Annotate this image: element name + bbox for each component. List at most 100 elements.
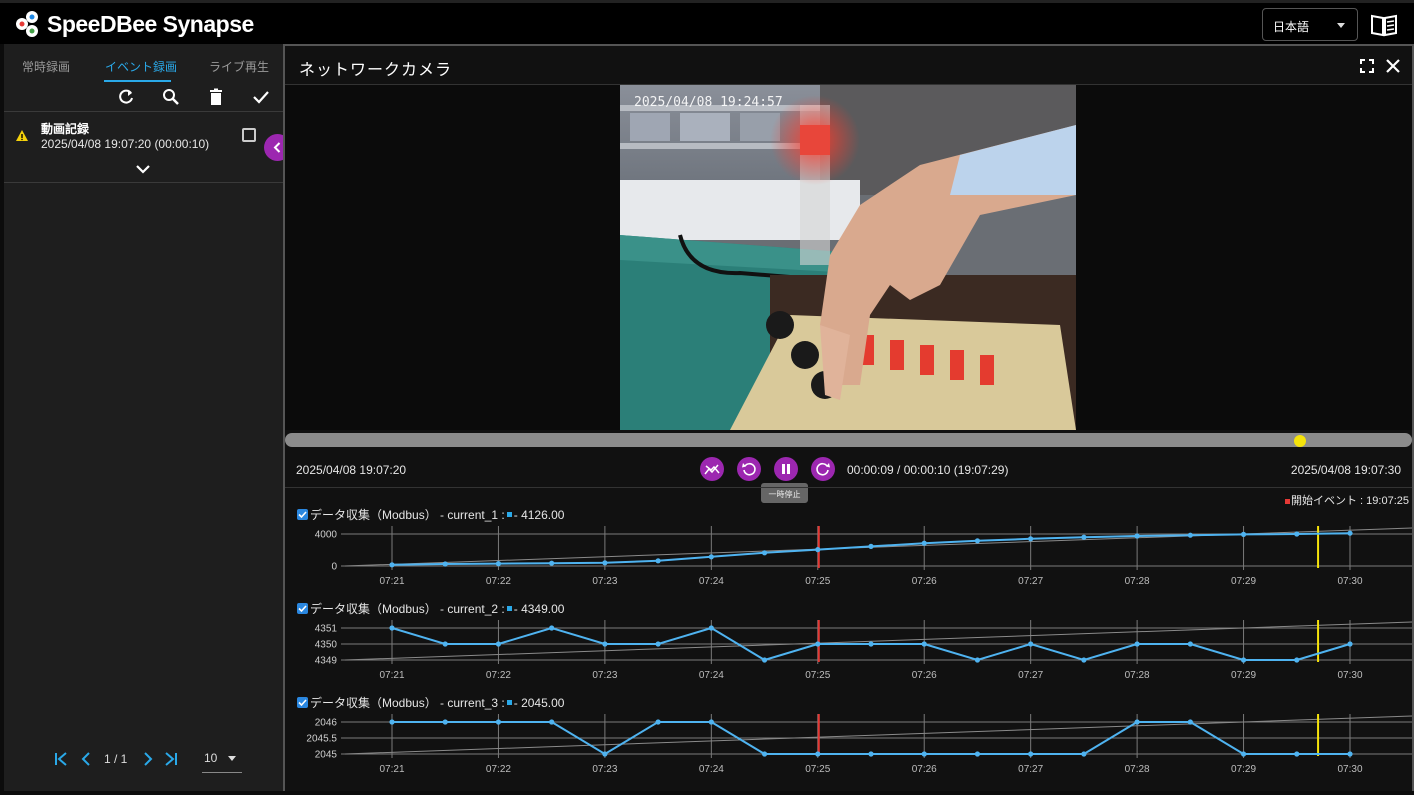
data-point: [1240, 751, 1247, 757]
check-icon[interactable]: [252, 88, 270, 106]
chevron-down-icon: [1337, 23, 1345, 28]
tab-event-recording[interactable]: イベント録画: [105, 58, 177, 75]
data-point: [1081, 534, 1087, 540]
data-point: [389, 625, 395, 631]
data-point: [655, 641, 661, 647]
data-point: [815, 641, 821, 647]
video-player[interactable]: 2025/04/08 19:24:57: [285, 84, 1412, 430]
series-2-value: - 4349.00: [513, 601, 565, 616]
checkmark-icon: [298, 699, 307, 707]
seek-handle[interactable]: [1293, 435, 1306, 447]
refresh-icon[interactable]: [117, 88, 135, 106]
data-point: [868, 751, 874, 757]
data-point: [549, 719, 555, 725]
event-list-panel: 常時録画 イベント録画 ライブ再生 動画記録 2025/04/08 19:07:…: [4, 44, 283, 791]
chart-1-legend: データ収集（Modbus） - current_1 : - 4126.00: [297, 506, 564, 523]
data-point: [442, 641, 448, 647]
data-point: [1294, 751, 1300, 757]
data-point: [602, 560, 608, 566]
data-point: [921, 751, 927, 757]
event-marker-icon: [1285, 498, 1290, 504]
data-point: [495, 719, 502, 725]
series-3-checkbox[interactable]: [297, 697, 308, 708]
series-3-value: - 2045.00: [513, 695, 565, 710]
series-1-label: データ収集（Modbus） - current_1 :: [310, 508, 505, 522]
data-point: [602, 641, 608, 647]
tab-continuous-recording[interactable]: 常時録画: [22, 58, 70, 75]
chevron-down-icon: [228, 756, 236, 761]
camera-scene-image: [620, 85, 1076, 430]
data-point: [708, 719, 714, 725]
page-title: ネットワークカメラ: [299, 62, 453, 79]
active-tab-indicator: [104, 80, 171, 82]
y-tick-label: 4349: [315, 656, 338, 667]
y-tick-label: 2046: [315, 718, 338, 729]
first-page-icon[interactable]: [54, 751, 68, 767]
video-timestamp: 2025/04/08 19:24:57: [634, 95, 783, 110]
pause-button[interactable]: [774, 457, 798, 481]
close-icon[interactable]: [1385, 58, 1401, 74]
camera-panel: ネットワークカメラ 2025/04/08 19:24:57 2025/04/08…: [283, 44, 1414, 791]
last-page-icon[interactable]: [164, 751, 178, 767]
tab-live-playback[interactable]: ライブ再生: [209, 58, 269, 75]
data-point: [1294, 531, 1300, 537]
logo-text: SpeeDBee Synapse: [47, 10, 254, 37]
event-title: 動画記録: [41, 122, 90, 136]
x-tick-label: 07:30: [1337, 670, 1362, 681]
data-point: [1240, 657, 1247, 663]
event-start-text: 開始イベント : 19:07:25: [1291, 495, 1409, 507]
chart-icon: [704, 464, 720, 475]
x-tick-label: 07:29: [1231, 670, 1256, 681]
data-point: [655, 719, 661, 725]
seek-bar[interactable]: [285, 433, 1412, 447]
series-2-checkbox[interactable]: [297, 603, 308, 614]
data-point: [1187, 532, 1193, 538]
x-tick-label: 07:27: [1018, 576, 1043, 587]
x-tick-label: 07:21: [379, 576, 404, 587]
language-select[interactable]: 日本語: [1262, 8, 1358, 41]
logo-mark-icon: [16, 11, 38, 37]
data-point: [549, 560, 555, 566]
per-page-select[interactable]: 10: [202, 751, 242, 773]
chevron-down-icon[interactable]: [135, 163, 151, 175]
previous-page-icon[interactable]: [80, 751, 92, 767]
data-point: [1028, 536, 1034, 542]
list-item[interactable]: 動画記録 2025/04/08 19:07:20 (00:00:10): [4, 111, 283, 183]
next-page-icon[interactable]: [142, 751, 154, 767]
chart-toggle-button[interactable]: [700, 457, 724, 481]
search-icon[interactable]: [162, 88, 180, 106]
event-start-label: 開始イベント : 19:07:25: [1285, 492, 1409, 508]
fullscreen-icon[interactable]: [1359, 58, 1375, 74]
series-1-checkbox[interactable]: [297, 509, 308, 520]
y-tick-label: 2045: [315, 750, 338, 761]
app-logo[interactable]: SpeeDBee Synapse: [14, 9, 254, 39]
data-point: [868, 543, 874, 549]
divider: [285, 487, 1412, 488]
x-tick-label: 07:23: [592, 764, 617, 775]
x-tick-label: 07:24: [699, 576, 724, 587]
data-point: [868, 641, 874, 647]
data-point: [708, 554, 714, 560]
delete-icon[interactable]: [207, 88, 225, 106]
data-point: [1028, 641, 1034, 647]
x-tick-label: 07:27: [1018, 670, 1043, 681]
event-select-checkbox[interactable]: [242, 128, 256, 142]
data-point: [761, 751, 768, 757]
camera-video-frame[interactable]: 2025/04/08 19:24:57: [620, 85, 1076, 430]
data-point: [815, 751, 821, 757]
page-indicator: 1 / 1: [104, 752, 128, 766]
recording-tabs: 常時録画 イベント録画 ライブ再生: [4, 44, 283, 82]
manual-book-icon[interactable]: [1370, 13, 1398, 37]
x-tick-label: 07:24: [699, 670, 724, 681]
series-1-swatch: [506, 512, 512, 517]
rewind-button[interactable]: [737, 457, 761, 481]
data-point: [389, 719, 395, 725]
data-point: [1081, 751, 1087, 757]
x-tick-label: 07:28: [1125, 764, 1150, 775]
playback-end-time: 2025/04/08 19:07:30: [1290, 463, 1401, 477]
data-point: [921, 641, 927, 647]
y-tick-label: 4351: [315, 624, 338, 635]
data-point: [1187, 719, 1193, 725]
forward-button[interactable]: [811, 457, 835, 481]
series-2-swatch: [506, 606, 512, 611]
